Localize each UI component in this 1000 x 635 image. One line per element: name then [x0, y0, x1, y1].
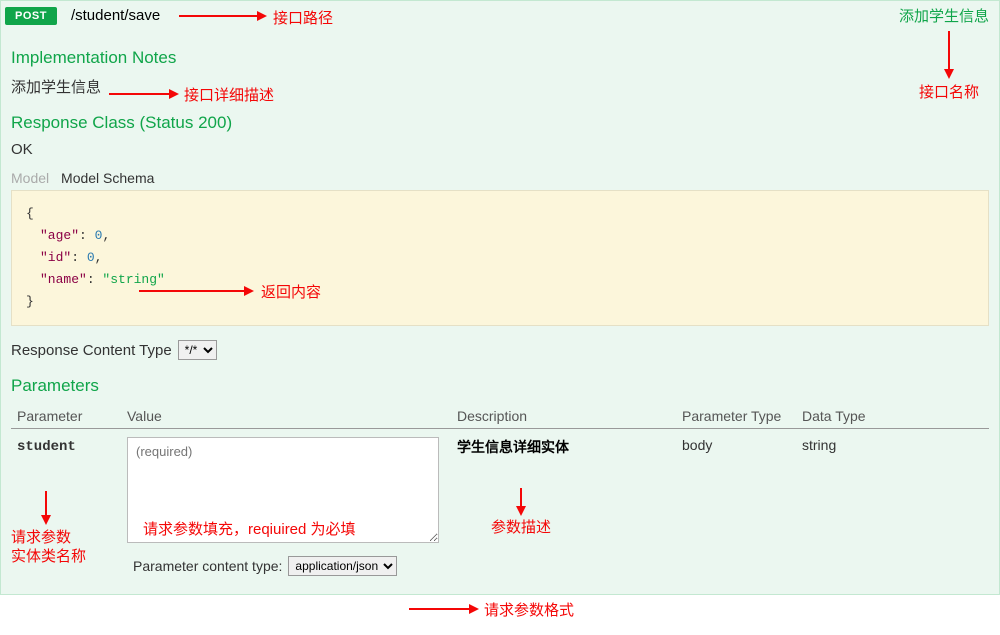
api-header[interactable]: POST /student/save 添加学生信息 — [1, 1, 999, 30]
response-content-type-select[interactable]: */* — [178, 340, 217, 360]
col-value: Value — [121, 404, 451, 429]
col-description: Description — [451, 404, 676, 429]
schema-val-name: "string" — [102, 272, 164, 287]
parameters-table: Parameter Value Description Parameter Ty… — [11, 404, 989, 580]
parameters-title: Parameters — [11, 376, 989, 396]
api-path: /student/save — [71, 7, 899, 24]
implementation-notes-text: 添加学生信息 — [11, 76, 989, 97]
response-content-type-row: Response Content Type */* — [11, 340, 989, 360]
param-content-type-select[interactable]: application/json — [288, 556, 397, 576]
param-content-type-row: Parameter content type: application/json — [133, 556, 445, 576]
schema-key-name: "name" — [40, 272, 87, 287]
param-type: body — [682, 437, 712, 453]
arrow-icon — [409, 602, 479, 616]
api-name: 添加学生信息 — [899, 5, 989, 26]
model-schema-box[interactable]: { "age": 0, "id": 0, "name": "string" } — [11, 190, 989, 326]
param-data-type: string — [802, 437, 836, 453]
response-status-text: OK — [11, 141, 989, 158]
param-value-input[interactable] — [127, 437, 439, 543]
tab-model-schema[interactable]: Model Schema — [61, 170, 154, 186]
col-data-type: Data Type — [796, 404, 989, 429]
schema-val-id: 0 — [87, 250, 95, 265]
schema-tabs: Model Model Schema — [11, 170, 989, 186]
schema-key-age: "age" — [40, 228, 79, 243]
col-parameter: Parameter — [11, 404, 121, 429]
api-panel: POST /student/save 添加学生信息 Implementation… — [0, 0, 1000, 595]
annotation-pct: 请求参数格式 — [484, 599, 574, 620]
param-name: student — [17, 439, 76, 455]
schema-key-id: "id" — [40, 250, 71, 265]
method-badge: POST — [5, 7, 57, 25]
response-class-title: Response Class (Status 200) — [11, 113, 989, 133]
implementation-notes-title: Implementation Notes — [11, 48, 989, 68]
api-body: Implementation Notes 添加学生信息 Response Cla… — [1, 30, 999, 594]
table-row: student Parameter content type: applicat… — [11, 429, 989, 581]
col-parameter-type: Parameter Type — [676, 404, 796, 429]
tab-model[interactable]: Model — [11, 170, 49, 186]
response-content-type-label: Response Content Type — [11, 342, 172, 359]
parameters-header-row: Parameter Value Description Parameter Ty… — [11, 404, 989, 429]
param-description: 学生信息详细实体 — [457, 439, 569, 455]
param-content-type-label: Parameter content type: — [133, 558, 282, 574]
